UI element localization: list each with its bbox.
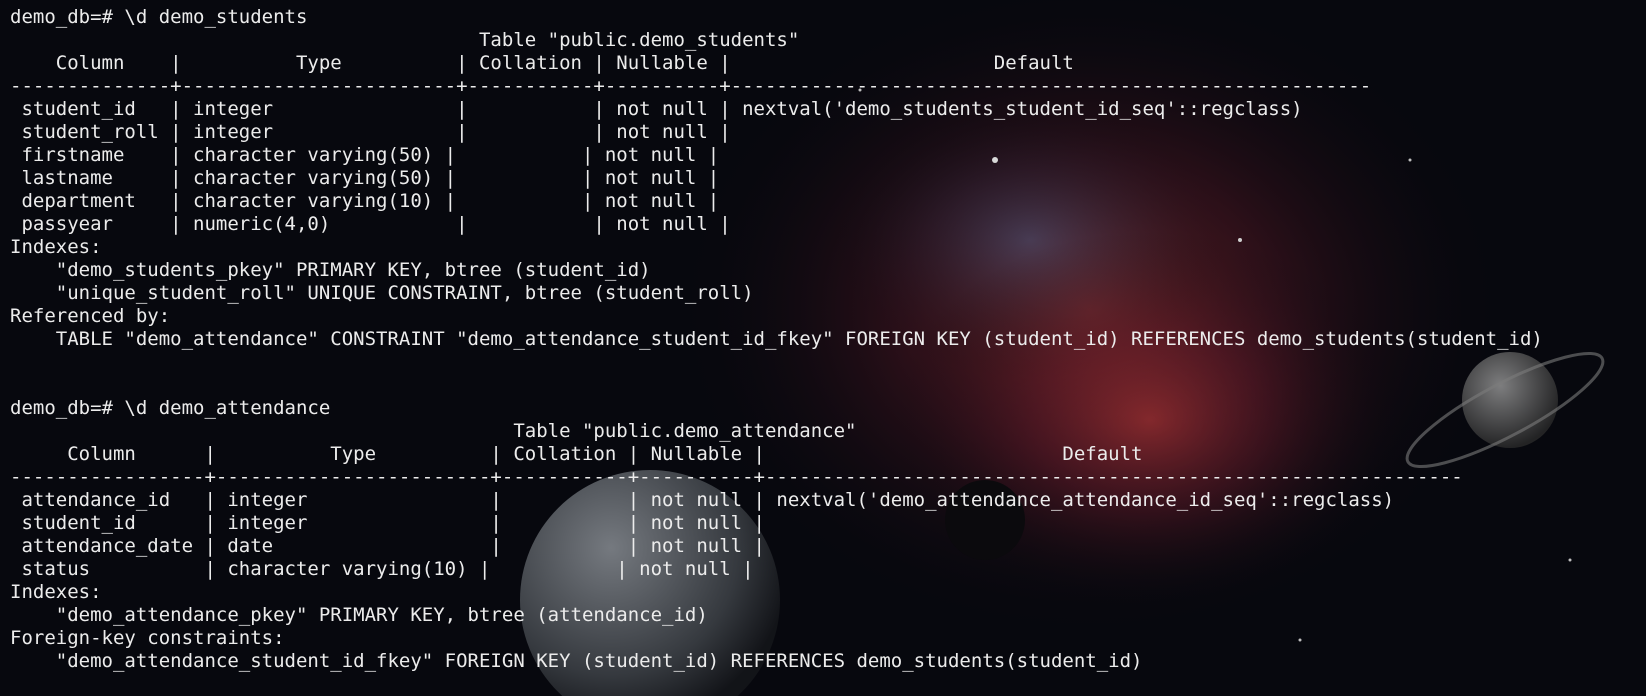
- terminal-line: "unique_student_roll" UNIQUE CONSTRAINT,…: [10, 282, 754, 304]
- terminal-line: Indexes:: [10, 581, 102, 603]
- terminal-line: "demo_students_pkey" PRIMARY KEY, btree …: [10, 259, 651, 281]
- terminal-line: -----------------+----------------------…: [10, 466, 1463, 488]
- terminal-line: attendance_id | integer | | not null | n…: [10, 489, 1395, 511]
- terminal-line: status | character varying(10) | | not n…: [10, 558, 754, 580]
- terminal-line: student_id | integer | | not null | next…: [10, 98, 1303, 120]
- terminal-line: student_id | integer | | not null |: [10, 512, 765, 534]
- terminal-line: department | character varying(10) | | n…: [10, 190, 720, 212]
- terminal-line: Indexes:: [10, 236, 102, 258]
- terminal-line: firstname | character varying(50) | | no…: [10, 144, 720, 166]
- terminal-line: Table "public.demo_attendance": [10, 420, 857, 442]
- terminal-line: Foreign-key constraints:: [10, 627, 285, 649]
- terminal-line: Table "public.demo_students": [10, 29, 800, 51]
- terminal-line: "demo_attendance_pkey" PRIMARY KEY, btre…: [10, 604, 708, 626]
- terminal-line: attendance_date | date | | not null |: [10, 535, 765, 557]
- terminal-line: student_roll | integer | | not null |: [10, 121, 731, 143]
- terminal-line: --------------+------------------------+…: [10, 75, 1372, 97]
- terminal-line: TABLE "demo_attendance" CONSTRAINT "demo…: [10, 328, 1543, 350]
- terminal-line: "demo_attendance_student_id_fkey" FOREIG…: [10, 650, 1143, 672]
- terminal-output[interactable]: demo_db=# \d demo_students Table "public…: [10, 6, 1640, 690]
- terminal-line: demo_db=# \d demo_attendance: [10, 397, 331, 419]
- terminal-line: Referenced by:: [10, 305, 171, 327]
- terminal-line: Column | Type | Collation | Nullable | D…: [10, 52, 1074, 74]
- terminal-line: demo_db=# \d demo_students: [10, 6, 308, 28]
- terminal-line: passyear | numeric(4,0) | | not null |: [10, 213, 731, 235]
- terminal-line: lastname | character varying(50) | | not…: [10, 167, 720, 189]
- terminal-line: Column | Type | Collation | Nullable | D…: [10, 443, 1143, 465]
